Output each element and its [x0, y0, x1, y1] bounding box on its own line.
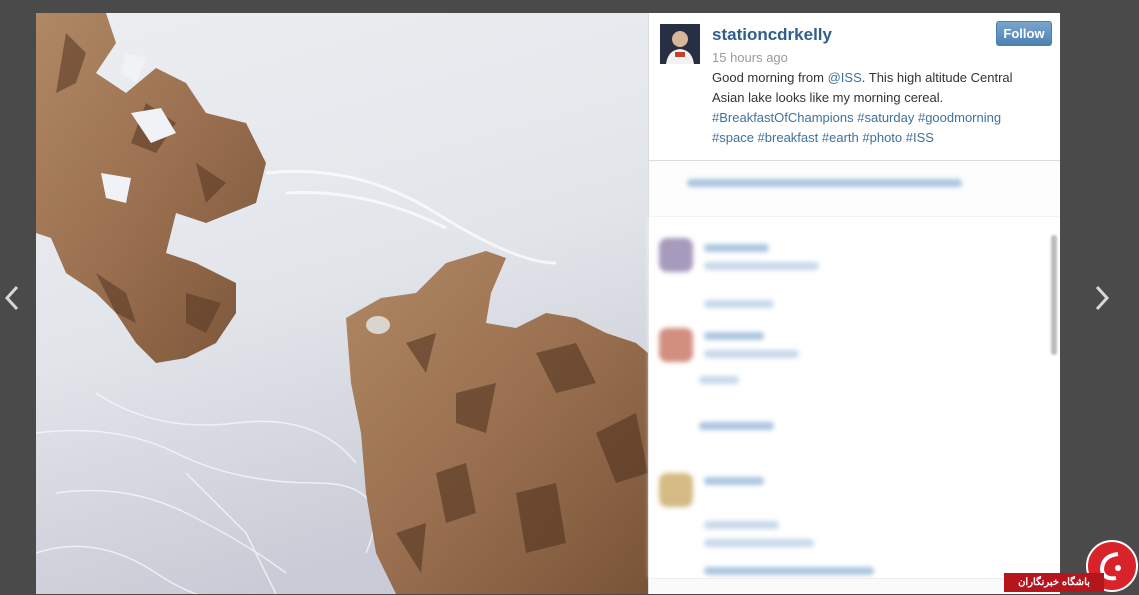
comment-input-area[interactable] [649, 578, 1060, 594]
comments-scrollbar[interactable] [1051, 235, 1057, 355]
hashtag-link[interactable]: #saturday [857, 110, 914, 125]
astronaut-avatar-icon [660, 24, 700, 64]
hashtag-link[interactable]: #photo [862, 130, 902, 145]
watermark-text: باشگاه خبرنگاران [1004, 573, 1104, 592]
mention-link[interactable]: @ISS [828, 70, 862, 85]
post-sidebar: stationcdrkelly 15 hours ago Follow Good… [648, 13, 1060, 594]
user-avatar[interactable] [660, 24, 700, 64]
watermark-logo: باشگاه خبرنگاران [1004, 540, 1139, 594]
hashtag-link[interactable]: #earth [822, 130, 859, 145]
next-photo-arrow[interactable] [1092, 283, 1112, 313]
chevron-right-icon [1095, 285, 1110, 311]
post-caption: Good morning from @ISS. This high altitu… [712, 68, 1042, 148]
hashtag-link[interactable]: #ISS [906, 130, 934, 145]
post-timestamp: 15 hours ago [712, 50, 788, 65]
hashtag-link[interactable]: #space [712, 130, 754, 145]
previous-photo-arrow[interactable] [2, 283, 22, 313]
hashtag-link[interactable]: #goodmorning [918, 110, 1001, 125]
hashtag-link[interactable]: #breakfast [758, 130, 819, 145]
photo-modal: stationcdrkelly 15 hours ago Follow Good… [36, 13, 1060, 594]
comments-list-blurred [649, 218, 1060, 578]
follow-button[interactable]: Follow [996, 21, 1052, 46]
post-username[interactable]: stationcdrkelly [712, 25, 832, 45]
post-header: stationcdrkelly 15 hours ago Follow Good… [649, 13, 1060, 161]
hashtag-link[interactable]: #BreakfastOfChampions [712, 110, 854, 125]
caption-text-start: Good morning from [712, 70, 828, 85]
post-photo[interactable] [36, 13, 648, 594]
likes-row-blurred [649, 161, 1060, 217]
satellite-lake-image [36, 13, 648, 594]
chevron-left-icon [4, 285, 19, 311]
